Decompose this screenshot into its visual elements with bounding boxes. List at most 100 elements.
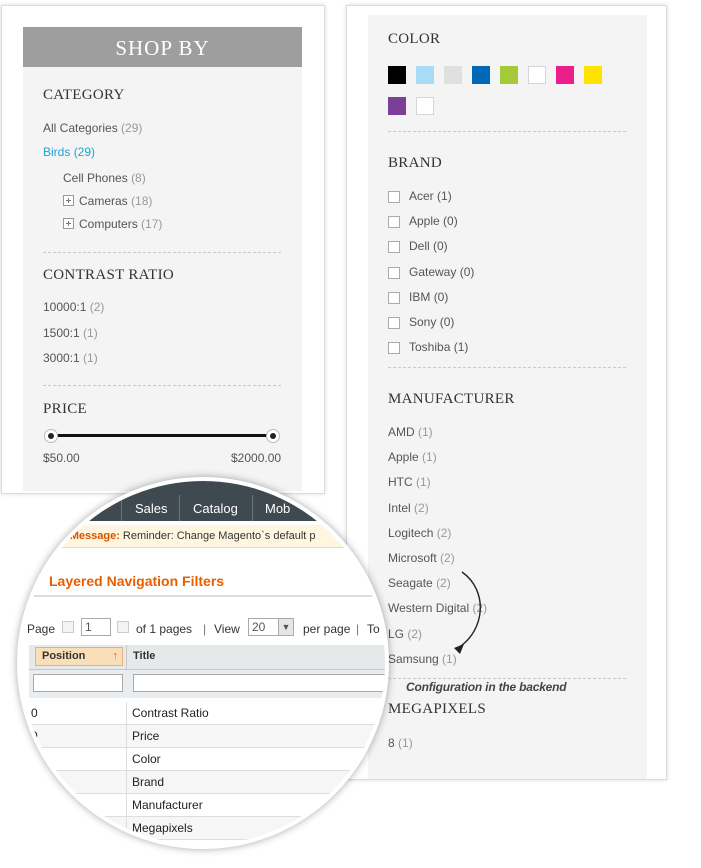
- brand-checkbox[interactable]: [388, 191, 400, 203]
- admin-nav-bar: Sales Catalog Mob: [21, 481, 385, 521]
- brand-item[interactable]: Acer (1): [409, 189, 452, 203]
- brand-item[interactable]: IBM (0): [409, 290, 448, 304]
- column-title-header[interactable]: Title: [133, 650, 155, 662]
- category-item-cell-phones[interactable]: Cell Phones (8): [63, 171, 146, 185]
- per-page-select[interactable]: 20 ▼: [248, 618, 294, 636]
- backend-magnifier: Sales Catalog Mob t Message: Reminder: C…: [17, 477, 389, 849]
- color-swatch[interactable]: [416, 66, 434, 84]
- table-row[interactable]: 0 Contrast Ratio: [29, 702, 385, 725]
- filters-sidebar: COLOR BRAND Acer (1) Apple (0) Dell (0) Gat…: [368, 15, 647, 779]
- manufacturer-item[interactable]: Microsoft (2): [388, 551, 455, 565]
- manufacturer-item[interactable]: HTC (1): [388, 475, 431, 489]
- expand-plus-icon[interactable]: [63, 218, 74, 229]
- category-item-computers[interactable]: Computers (17): [63, 217, 162, 231]
- table-row[interactable]: Megapixels: [29, 817, 385, 840]
- position-filter-input[interactable]: [33, 674, 123, 692]
- chevron-down-icon[interactable]: ▼: [278, 619, 293, 635]
- manufacturer-item[interactable]: AMD (1): [388, 425, 433, 439]
- price-heading: PRICE: [43, 401, 88, 417]
- category-label: Birds: [43, 145, 71, 159]
- brand-checkbox[interactable]: [388, 317, 400, 329]
- column-position-header[interactable]: Position ↑: [35, 647, 123, 666]
- contrast-item[interactable]: 10000:1 (2): [43, 300, 104, 314]
- pager-of-pages: of 1 pages: [136, 622, 193, 636]
- expand-plus-icon[interactable]: [63, 195, 74, 206]
- brand-item[interactable]: Gateway (0): [409, 265, 474, 279]
- manufacturer-count: (1): [418, 425, 433, 439]
- nav-item-catalog[interactable]: Catalog: [193, 501, 238, 516]
- brand-count: (0): [433, 289, 449, 304]
- manufacturer-label: Apple: [388, 450, 419, 465]
- brand-checkbox[interactable]: [388, 266, 400, 279]
- color-swatch[interactable]: [388, 66, 406, 84]
- color-swatch[interactable]: [444, 66, 462, 84]
- manufacturer-count: (2): [436, 525, 452, 540]
- category-item-birds[interactable]: Birds (29): [43, 145, 95, 159]
- previous-page-arrow-icon[interactable]: [62, 621, 74, 633]
- color-swatch[interactable]: [528, 66, 546, 84]
- color-swatch[interactable]: [472, 66, 490, 84]
- table-row[interactable]: Brand: [29, 771, 385, 794]
- next-page-arrow-icon[interactable]: [117, 621, 129, 633]
- column-divider: [126, 645, 127, 669]
- brand-count: (1): [453, 340, 469, 355]
- contrast-count: (2): [89, 300, 105, 314]
- category-item-cameras[interactable]: Cameras (18): [63, 194, 152, 208]
- page-title: Layered Navigation Filters: [49, 573, 225, 589]
- manufacturer-item[interactable]: Logitech (2): [388, 526, 451, 540]
- brand-checkbox[interactable]: [388, 291, 400, 304]
- brand-item[interactable]: Sony (0): [409, 315, 454, 329]
- nav-item-sales[interactable]: Sales: [135, 501, 168, 516]
- category-label: Cell Phones: [63, 171, 128, 185]
- nav-item-mobile[interactable]: Mob: [265, 501, 290, 516]
- color-swatch[interactable]: [500, 66, 518, 84]
- position-value: [29, 775, 31, 789]
- position-value: [29, 752, 31, 766]
- brand-item[interactable]: Apple (0): [409, 214, 458, 228]
- table-row[interactable]: Manufacturer: [29, 794, 385, 817]
- system-message-text: Reminder: Change Magento`s default p: [122, 530, 316, 542]
- manufacturer-item[interactable]: Intel (2): [388, 501, 429, 515]
- title-divider: [21, 595, 385, 597]
- table-row[interactable]: Color: [29, 748, 385, 771]
- contrast-item[interactable]: 3000:1 (1): [43, 351, 98, 365]
- brand-checkbox[interactable]: [388, 216, 400, 229]
- brand-checkbox[interactable]: [388, 241, 400, 254]
- sort-arrow-up-icon: ↑: [112, 650, 119, 662]
- title-cell: Megapixels: [132, 821, 193, 835]
- manufacturer-label: Microsoft: [388, 551, 437, 565]
- color-swatch[interactable]: [556, 66, 574, 84]
- divider: [388, 367, 626, 368]
- page-number-input[interactable]: 1: [81, 618, 111, 636]
- category-item-all[interactable]: All Categories (29): [43, 121, 142, 135]
- position-cell: [29, 748, 127, 770]
- color-swatch[interactable]: [388, 97, 406, 115]
- price-slider-track[interactable]: [51, 434, 273, 437]
- position-cell: [29, 771, 127, 793]
- brand-item[interactable]: Toshiba (1): [409, 340, 468, 354]
- pager-view-label: View: [214, 622, 240, 636]
- brand-label: Gateway: [409, 264, 457, 279]
- price-slider-max-handle[interactable]: [266, 429, 280, 443]
- manufacturer-heading: MANUFACTURER: [388, 391, 515, 407]
- brand-heading: BRAND: [388, 155, 443, 171]
- price-slider-min-handle[interactable]: [44, 429, 58, 443]
- column-position-label: Position: [42, 650, 86, 662]
- manufacturer-item[interactable]: Apple (1): [388, 450, 437, 464]
- category-count: (29): [73, 145, 96, 159]
- shop-by-title: SHOP BY: [23, 27, 302, 67]
- nav-separator: [121, 495, 122, 521]
- filters-panel: COLOR BRAND Acer (1) Apple (0) Dell (0) Gat…: [346, 5, 667, 780]
- system-message-label: t Message:: [63, 530, 120, 542]
- grid-filter-row: [29, 670, 385, 698]
- color-swatch[interactable]: [584, 66, 602, 84]
- manufacturer-item[interactable]: LG (2): [388, 627, 422, 641]
- color-heading: COLOR: [388, 31, 441, 47]
- contrast-item[interactable]: 1500:1 (1): [43, 326, 98, 340]
- brand-item[interactable]: Dell (0): [409, 239, 448, 253]
- title-filter-input[interactable]: [133, 674, 385, 692]
- megapixels-item[interactable]: 8 (1): [388, 736, 413, 750]
- color-swatch[interactable]: [416, 97, 434, 115]
- brand-checkbox[interactable]: [388, 342, 400, 355]
- table-row[interactable]: 0 Price: [29, 725, 385, 748]
